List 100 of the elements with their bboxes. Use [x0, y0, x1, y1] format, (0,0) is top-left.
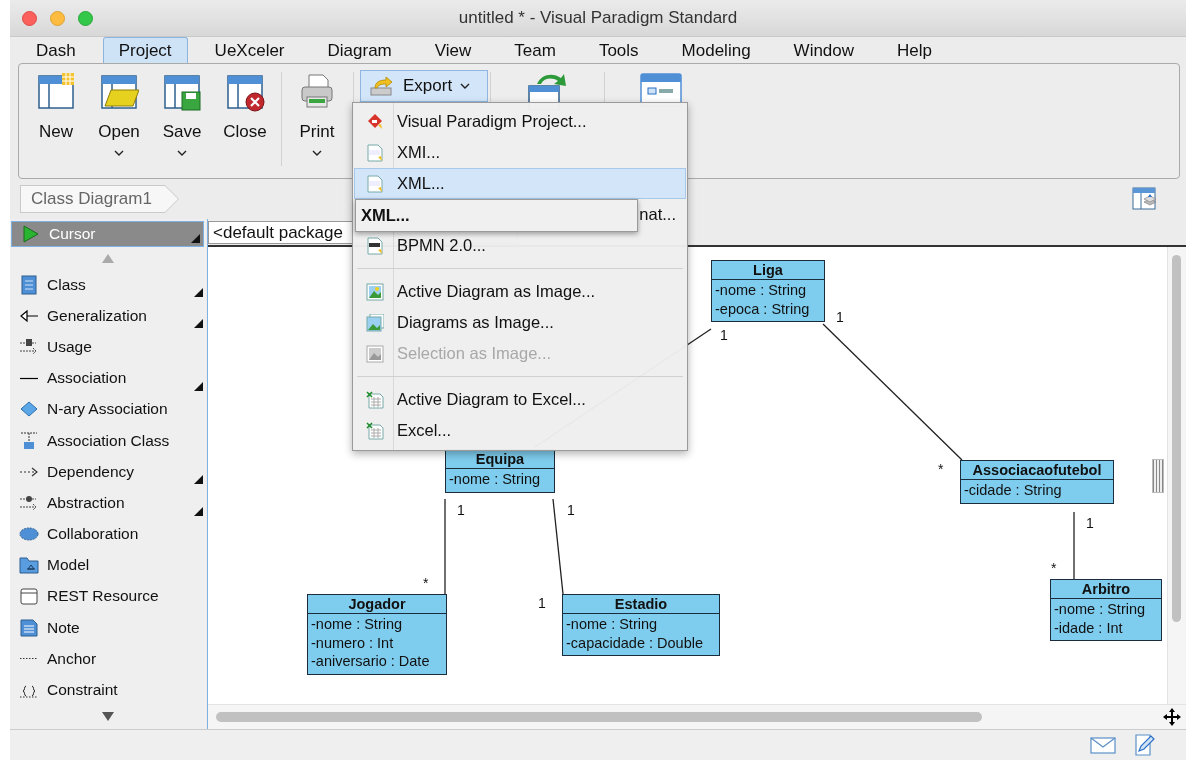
- zoom-window-button[interactable]: [78, 10, 93, 26]
- horizontal-scrollbar[interactable]: [216, 712, 982, 722]
- usage-arrow-icon: [19, 336, 39, 357]
- palette-item[interactable]: Constraint: [10, 674, 206, 706]
- file-icon: [366, 143, 384, 162]
- palette-item[interactable]: Note: [10, 612, 206, 644]
- menu-tab[interactable]: Diagram: [311, 37, 408, 63]
- association-class-icon: [19, 430, 39, 451]
- window-title: untitled * - Visual Paradigm Standard: [457, 8, 739, 28]
- menu-tab[interactable]: Dash: [20, 37, 92, 63]
- dotted-line-icon: [19, 657, 39, 661]
- note-icon: [19, 617, 39, 638]
- multiplicity-label: 1: [1086, 515, 1094, 531]
- file-icon: [366, 174, 384, 193]
- minimize-window-button[interactable]: [50, 10, 65, 26]
- menu-item[interactable]: Active Diagram as Image...: [354, 276, 686, 307]
- ribbon-button[interactable]: Close: [216, 64, 274, 142]
- close-document-icon: [225, 72, 265, 112]
- class-box[interactable]: Jogador -nome : String -numero : Int -aniversario : Date: [307, 594, 447, 675]
- class-name: Estadio: [563, 595, 719, 614]
- menu-item[interactable]: Diagrams as Image...: [354, 307, 686, 338]
- vertical-scrollbar[interactable]: [1172, 255, 1181, 622]
- menu-item[interactable]: XMI...: [354, 137, 686, 168]
- image-icon: [366, 282, 384, 301]
- line-icon: [19, 376, 39, 380]
- menu-tab[interactable]: UeXceler: [198, 37, 301, 63]
- class-attribute: -cidade : String: [964, 481, 1063, 500]
- menu-item[interactable]: BPMN 2.0...: [354, 230, 686, 261]
- class-box[interactable]: Associacaofutebol -cidade : String: [960, 460, 1114, 504]
- caret-icon: [460, 82, 471, 90]
- images-icon: [366, 313, 384, 332]
- class-attribute: -idade : Int: [1054, 618, 1124, 637]
- ribbon-button[interactable]: Save: [153, 64, 211, 157]
- menu-item[interactable]: Visual Paradigm Project...: [354, 106, 686, 137]
- association-line[interactable]: [552, 498, 564, 595]
- multiplicity-label: 1: [538, 595, 546, 611]
- tooltip: XML...: [355, 199, 638, 232]
- multiplicity-label: *: [423, 575, 429, 591]
- class-name: Arbitro: [1051, 580, 1161, 599]
- class-attribute: -nome : String: [566, 615, 659, 634]
- palette-item[interactable]: Model: [10, 549, 206, 581]
- class-icon: [19, 274, 39, 295]
- class-attribute: -capacidade : Double: [566, 633, 705, 652]
- multiplicity-label: 1: [836, 309, 844, 325]
- multiplicity-label: 1: [720, 327, 728, 343]
- resource-icon: [19, 586, 39, 607]
- menu-tab[interactable]: Project: [102, 37, 188, 63]
- menu-item[interactable]: Active Diagram to Excel...: [354, 384, 686, 415]
- note-edit-icon[interactable]: [1134, 733, 1156, 757]
- multiplicity-label: *: [1051, 560, 1057, 576]
- palette-item[interactable]: Anchor: [10, 643, 206, 675]
- class-name: Liga: [712, 261, 824, 280]
- class-box[interactable]: Arbitro -nome : String -idade : Int: [1050, 579, 1162, 641]
- menu-tab[interactable]: Help: [881, 37, 949, 63]
- project-diamond-icon: [366, 112, 384, 131]
- menu-item[interactable]: XML...: [354, 168, 686, 199]
- menu-tab[interactable]: Team: [498, 37, 572, 63]
- palette-item[interactable]: N-ary Association: [10, 393, 206, 425]
- breadcrumb[interactable]: Class Diagram1: [20, 185, 179, 213]
- ribbon-button[interactable]: New: [27, 64, 85, 142]
- palette-item[interactable]: Usage: [10, 331, 206, 363]
- scroll-up-icon[interactable]: [102, 253, 114, 263]
- class-box[interactable]: Estadio -nome : String -capacidade : Double: [562, 594, 720, 656]
- menu-tab[interactable]: View: [418, 37, 488, 63]
- file-icon: [366, 236, 384, 255]
- image-icon: [366, 344, 384, 363]
- menu-item[interactable]: Excel...: [354, 415, 686, 446]
- multiplicity-label: 1: [457, 502, 465, 518]
- multiplicity-label: 1: [567, 502, 575, 518]
- menu-tab[interactable]: Modeling: [665, 37, 767, 63]
- open-folder-icon: [99, 72, 139, 112]
- class-attribute: -nome : String: [1054, 600, 1147, 619]
- grip-handle-icon[interactable]: [1152, 459, 1164, 493]
- new-document-icon: [36, 72, 76, 112]
- export-arrow-icon: [369, 75, 395, 97]
- class-attribute: -nome : String: [311, 615, 404, 634]
- menu-tab[interactable]: Window: [777, 37, 871, 63]
- class-name: Associacaofutebol: [961, 461, 1113, 480]
- multiplicity-label: *: [938, 461, 944, 477]
- class-attribute: -nome : String: [449, 470, 542, 489]
- ribbon-button[interactable]: Open: [90, 64, 148, 157]
- export-button[interactable]: Export: [360, 70, 488, 102]
- ribbon-button[interactable]: Print: [288, 64, 346, 157]
- move-icon[interactable]: [1162, 707, 1182, 727]
- cursor-arrow-icon: [21, 224, 41, 244]
- menu-tab[interactable]: Tools: [582, 37, 655, 63]
- layers-icon[interactable]: [1132, 187, 1158, 211]
- class-attribute: -nome : String: [715, 281, 808, 300]
- spreadsheet-icon: [366, 421, 384, 440]
- class-box[interactable]: Liga -nome : String -epoca : String: [711, 260, 825, 322]
- class-name: Jogador: [308, 595, 446, 614]
- palette-item[interactable]: Collaboration: [10, 518, 206, 550]
- palette-item[interactable]: Association Class: [10, 424, 206, 457]
- mail-icon[interactable]: [1090, 736, 1116, 754]
- close-window-button[interactable]: [22, 10, 37, 26]
- spreadsheet-icon: [366, 390, 384, 409]
- class-box[interactable]: Equipa -nome : String: [445, 449, 555, 493]
- palette-item[interactable]: REST Resource: [10, 580, 206, 613]
- class-attribute: -epoca : String: [715, 299, 811, 318]
- class-attribute: -numero : Int: [311, 633, 395, 652]
